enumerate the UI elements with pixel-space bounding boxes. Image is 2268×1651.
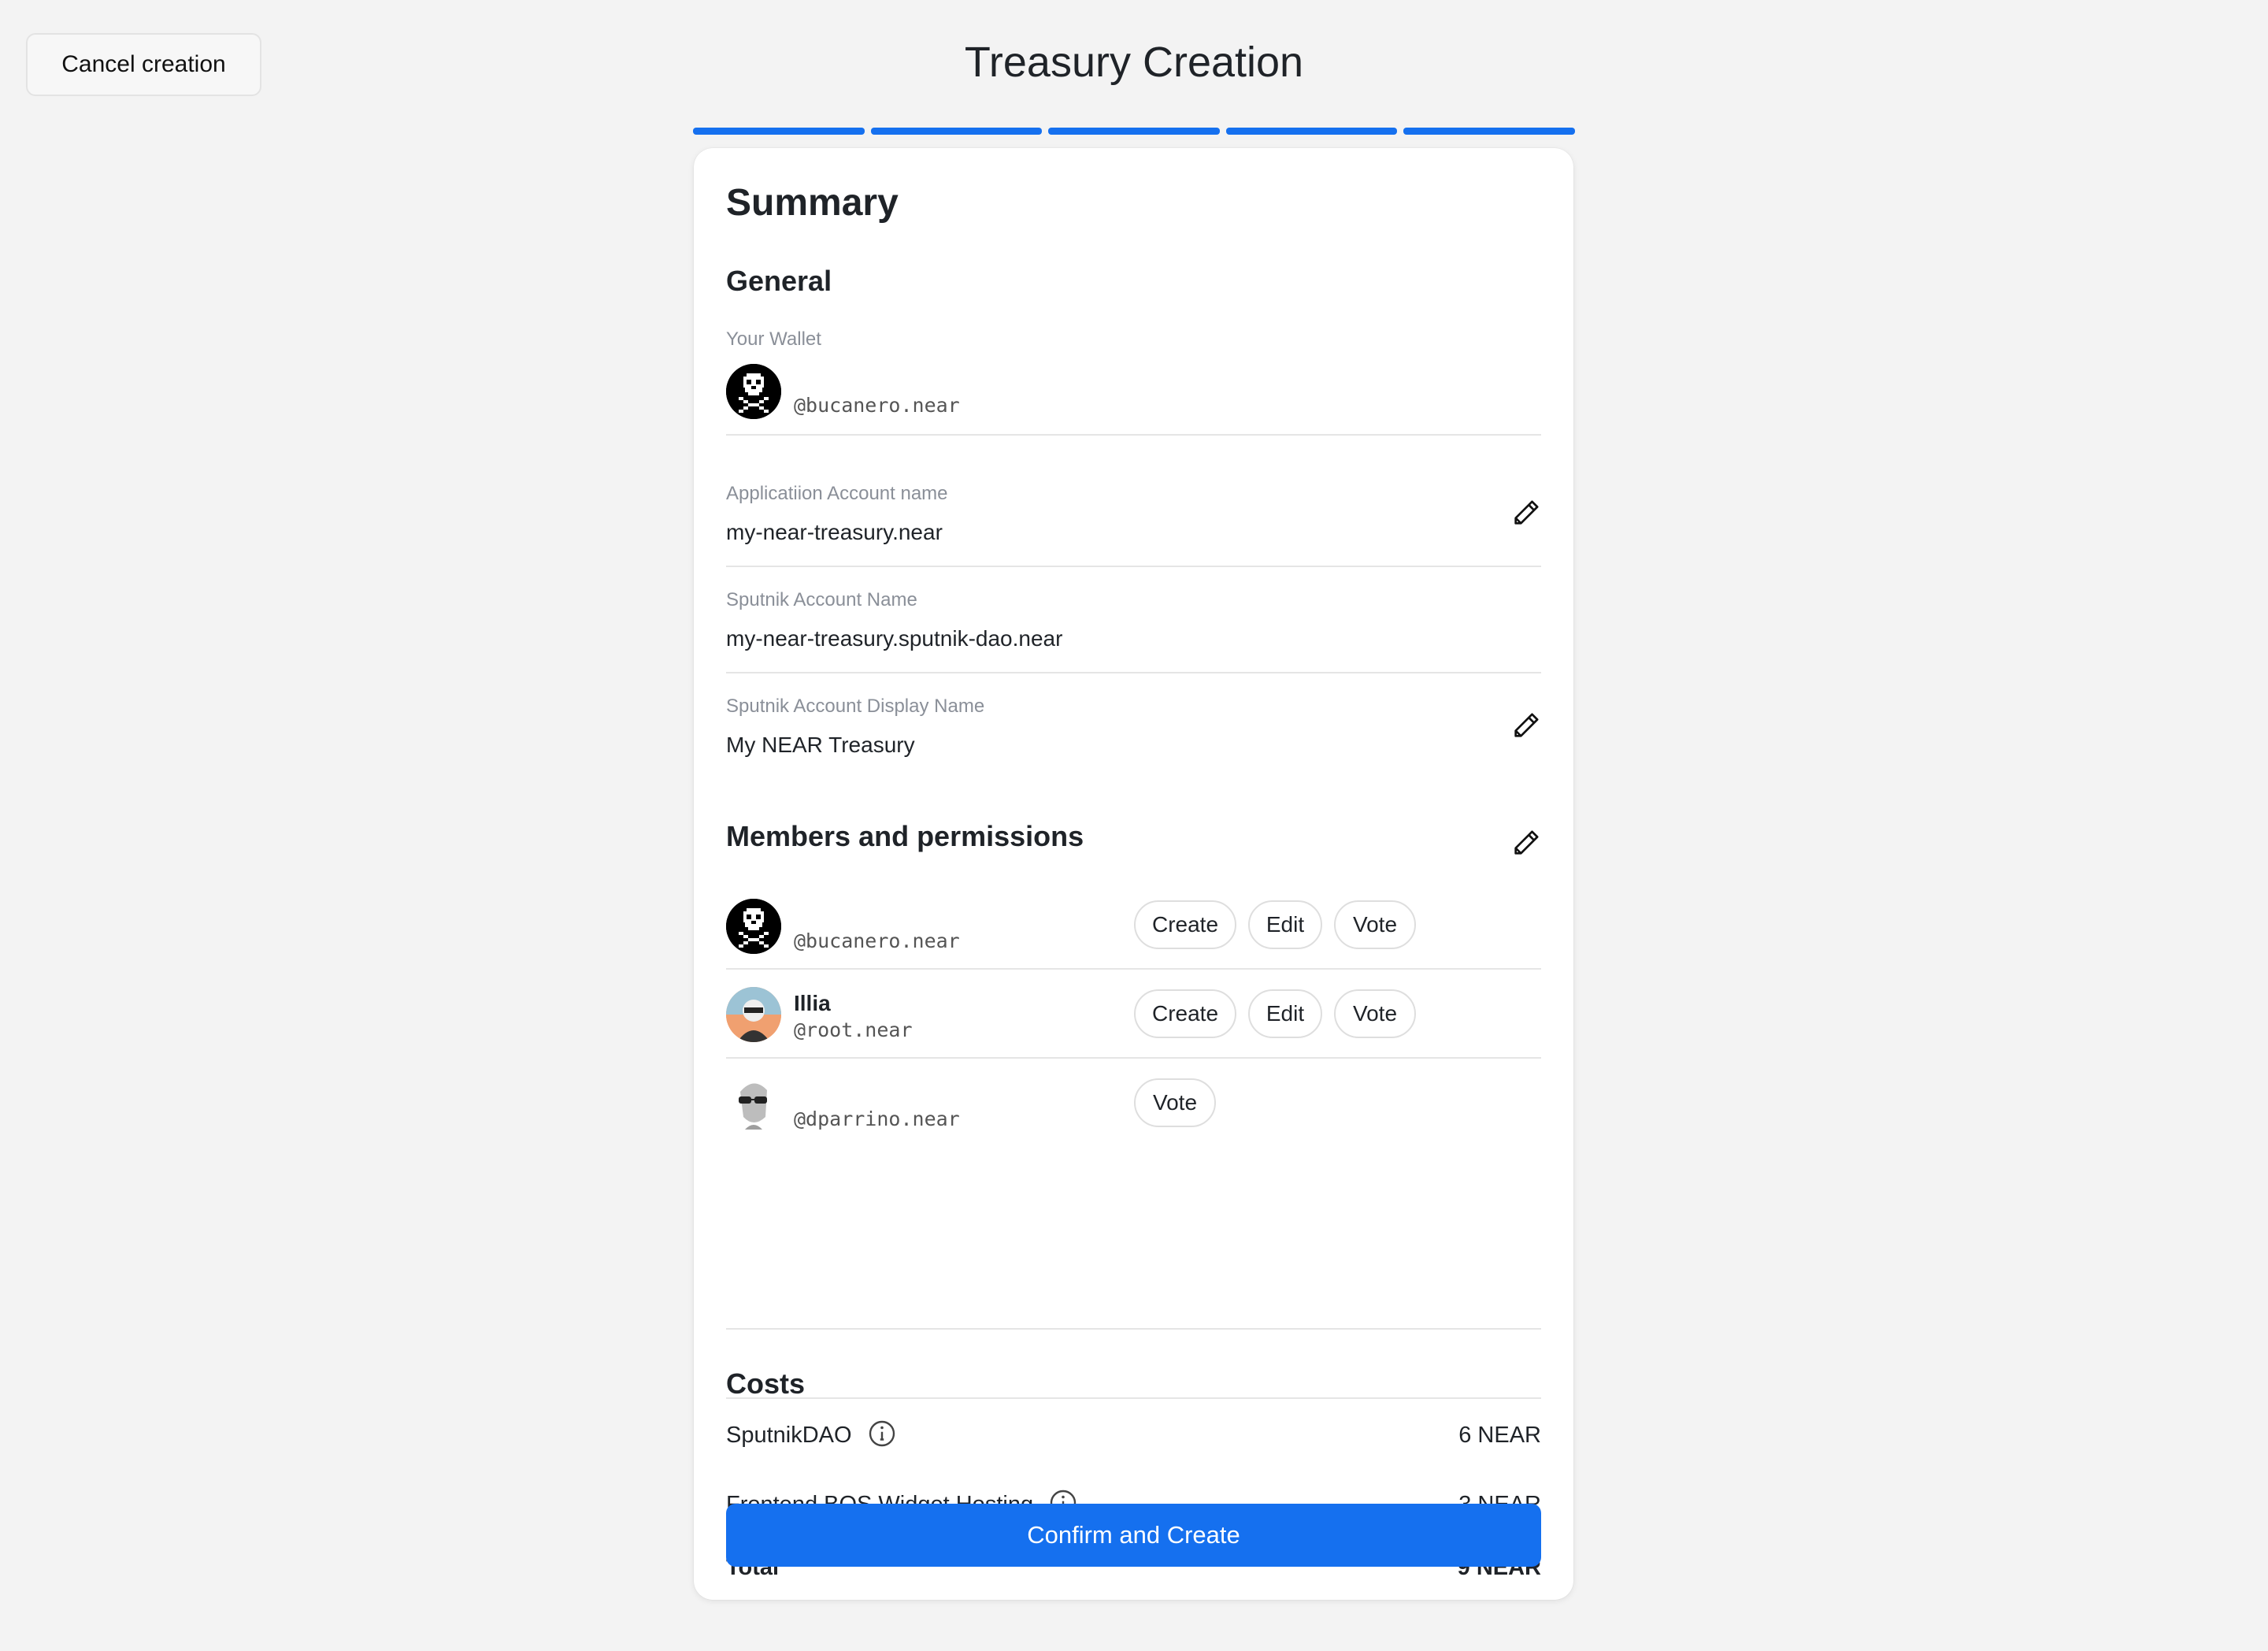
divider [726,434,1541,436]
user-photo-icon [726,987,781,1042]
summary-title: Summary [726,182,899,224]
member-avatar [726,1076,781,1131]
progress-step-2 [870,128,1043,135]
info-icon[interactable] [868,1419,896,1448]
member-avatar [726,899,781,954]
pencil-icon[interactable] [1510,710,1542,741]
member-name: Illia [794,991,831,1015]
progress-step-4 [1225,128,1398,135]
progress-bar [693,128,1575,135]
general-section-title: General [726,265,832,297]
permission-chip-vote[interactable]: Vote [1134,1078,1216,1127]
wallet-account: @bucanero.near [794,394,960,417]
cost-value: 6 NEAR [1458,1423,1541,1448]
wallet-avatar [726,364,781,419]
divider [726,672,1541,673]
cost-row: SputnikDAO 6 NEAR [726,1421,1541,1449]
user-sketch-icon [739,1083,767,1130]
member-account: @dparrino.near [794,1107,960,1130]
display-name-value: My NEAR Treasury [726,733,915,757]
permission-chip-vote[interactable]: Vote [1334,900,1416,949]
wallet-label: Your Wallet [726,328,821,350]
member-avatar [726,987,781,1042]
pencil-icon[interactable] [1510,827,1542,859]
member-account: @bucanero.near [794,929,960,952]
permission-chip-edit[interactable]: Edit [1248,989,1322,1038]
page-title: Treasury Creation [964,39,1304,86]
permission-chip-vote[interactable]: Vote [1334,989,1416,1038]
sputnik-account-label: Sputnik Account Name [726,589,917,610]
members-section-title: Members and permissions [726,820,1084,852]
divider [726,1328,1541,1330]
skull-icon [726,899,781,954]
permission-chip-edit[interactable]: Edit [1248,900,1322,949]
app-account-value: my-near-treasury.near [726,520,943,544]
progress-step-5 [1403,128,1575,135]
pencil-icon[interactable] [1510,497,1542,529]
divider [726,968,1541,970]
divider [726,1057,1541,1059]
summary-card: Summary General Your Wallet @bucanero.ne… [694,148,1573,1600]
permission-chip-create[interactable]: Create [1134,900,1236,949]
member-account: @root.near [794,1018,913,1041]
divider [726,566,1541,567]
confirm-and-create-button[interactable]: Confirm and Create [726,1504,1541,1567]
progress-step-1 [693,128,865,135]
divider [726,1397,1541,1399]
sputnik-account-value: my-near-treasury.sputnik-dao.near [726,626,1063,651]
permission-chip-create[interactable]: Create [1134,989,1236,1038]
display-name-label: Sputnik Account Display Name [726,696,985,717]
app-account-label: Applicatiion Account name [726,483,948,504]
cost-label: SputnikDAO [726,1423,852,1448]
skull-icon [726,364,781,419]
costs-section-title: Costs [726,1367,806,1400]
progress-step-3 [1048,128,1220,135]
